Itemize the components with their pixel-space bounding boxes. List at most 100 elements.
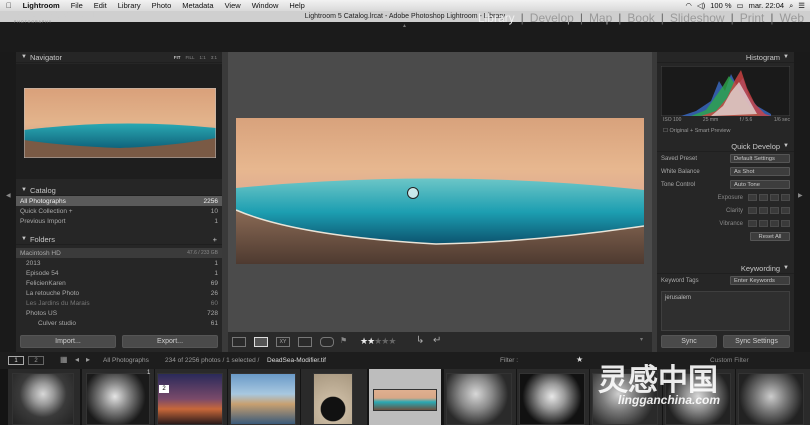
sync-settings-button[interactable]: Sync Settings (723, 335, 790, 348)
keywording-header[interactable]: Keywording ▼ (657, 263, 794, 274)
catalog-item-quick[interactable]: Quick Collection + 10 (16, 206, 222, 216)
module-library[interactable]: Library (478, 11, 515, 25)
drive-row[interactable]: Macintosh HD 47.6 / 233 GB (16, 248, 222, 258)
source-label[interactable]: All Photographs (103, 357, 149, 364)
add-folder-icon[interactable]: + (213, 235, 217, 244)
folders-header[interactable]: ▼ Folders + (16, 234, 222, 245)
module-book[interactable]: Book (627, 11, 654, 25)
rotate-left-icon[interactable]: ↳ (416, 335, 424, 346)
flag-icon[interactable]: ⚑ (340, 336, 347, 345)
search-icon[interactable]: ⌕ (789, 1, 793, 11)
current-filename[interactable]: DeadSea-Modifier.tif (267, 357, 326, 364)
module-slideshow[interactable]: Slideshow (670, 11, 725, 25)
window-1-button[interactable]: 1 (8, 356, 24, 365)
thumbnail[interactable] (157, 373, 223, 425)
folder-item[interactable]: 2013 1 (16, 258, 222, 268)
folder-item[interactable]: La retouche Photo 26 (16, 288, 222, 298)
vibrance-increase[interactable] (770, 220, 779, 227)
volume-icon[interactable]: ◁) (697, 1, 705, 10)
thumbnail[interactable] (738, 373, 804, 425)
menu-help[interactable]: Help (289, 1, 304, 10)
clarity-increase-large[interactable] (781, 207, 790, 214)
catalog-item-all[interactable]: All Photographs 2256 (16, 196, 222, 206)
filmstrip-cell-selected[interactable] (369, 369, 441, 425)
thumbnail[interactable] (446, 373, 512, 425)
zoom-1-1[interactable]: 1:1 (199, 55, 205, 60)
vibrance-increase-large[interactable] (781, 220, 790, 227)
clock[interactable]: mar. 22:04 (749, 1, 784, 10)
filmstrip-cell[interactable] (736, 369, 810, 425)
star-empty-icon[interactable]: ★ (388, 336, 396, 346)
checkbox-icon[interactable]: ☐ (663, 128, 668, 134)
menu-app[interactable]: Lightroom (23, 1, 60, 10)
thumbnail[interactable] (86, 373, 150, 425)
clarity-decrease[interactable] (759, 207, 768, 214)
saved-preset-select[interactable]: Default Settings (730, 154, 790, 163)
histogram-header[interactable]: Histogram ▼ (657, 52, 794, 63)
folder-item[interactable]: Culver studio 61 (16, 318, 222, 328)
clarity-increase[interactable] (770, 207, 779, 214)
folder-item[interactable]: Photos US 728 (16, 308, 222, 318)
navigator-thumbnail[interactable] (24, 88, 216, 158)
keyword-field[interactable]: jerusalem (661, 291, 790, 331)
menu-photo[interactable]: Photo (152, 1, 172, 10)
battery-status[interactable]: 100 % (710, 1, 731, 10)
filmstrip-cell[interactable] (444, 369, 516, 425)
vibrance-decrease-large[interactable] (748, 220, 757, 227)
window-2-button[interactable]: 2 (28, 356, 44, 365)
wifi-icon[interactable]: ◠ (685, 1, 692, 10)
sync-button[interactable]: Sync (661, 335, 717, 348)
back-icon[interactable]: ◂ (75, 355, 79, 364)
star-rating[interactable]: ★★★★★ (360, 336, 396, 347)
module-web[interactable]: Web (780, 11, 804, 25)
folder-item[interactable]: FelicienKaren 69 (16, 278, 222, 288)
thumbnail[interactable] (12, 373, 74, 425)
exposure-decrease-large[interactable] (748, 194, 757, 201)
people-view-icon[interactable] (320, 337, 334, 347)
exposure-increase[interactable] (770, 194, 779, 201)
export-button[interactable]: Export... (122, 335, 218, 348)
thumbnail[interactable] (230, 373, 296, 425)
menu-metadata[interactable]: Metadata (182, 1, 213, 10)
white-balance-select[interactable]: As Shot (730, 167, 790, 176)
import-button[interactable]: Import... (20, 335, 116, 348)
forward-icon[interactable]: ▸ (86, 355, 90, 364)
module-print[interactable]: Print (740, 11, 765, 25)
survey-view-icon[interactable] (298, 337, 312, 347)
exposure-decrease[interactable] (759, 194, 768, 201)
filmstrip-cell[interactable] (228, 369, 300, 425)
catalog-header[interactable]: ▼ Catalog (16, 185, 222, 196)
collapse-right-icon[interactable]: ▶ (798, 192, 803, 199)
thumbnail[interactable] (519, 373, 585, 425)
toolbar-menu-icon[interactable]: ▾ (640, 336, 643, 343)
folder-item[interactable]: Episode 54 1 (16, 268, 222, 278)
apple-menu-icon[interactable]:  (6, 1, 12, 10)
zoom-fit[interactable]: FIT (174, 55, 181, 60)
zoom-3-1[interactable]: 3:1 (211, 55, 217, 60)
navigator-header[interactable]: ▼ Navigator FIT FILL 1:1 3:1 (16, 52, 222, 63)
filmstrip-cell[interactable] (301, 369, 367, 425)
filmstrip-cell[interactable] (517, 369, 589, 425)
filmstrip-cell[interactable]: 2 (155, 369, 227, 425)
navigator-preview[interactable] (16, 64, 222, 179)
rotate-right-icon[interactable]: ↵ (433, 335, 441, 346)
grid-icon[interactable]: ▦ (60, 355, 68, 364)
filmstrip-cell[interactable] (8, 369, 80, 425)
reset-all-button[interactable]: Reset All (750, 232, 790, 241)
module-map[interactable]: Map (589, 11, 612, 25)
clarity-decrease-large[interactable] (748, 207, 757, 214)
compare-view-icon[interactable]: XY (276, 337, 290, 347)
menu-edit[interactable]: Edit (94, 1, 107, 10)
grid-view-icon[interactable] (232, 337, 246, 347)
list-icon[interactable]: ☰ (798, 1, 805, 10)
collapse-left-icon[interactable]: ◀ (6, 192, 11, 199)
collapse-top-icon[interactable]: ▲ (402, 23, 407, 29)
module-develop[interactable]: Develop (530, 11, 574, 25)
main-image-view[interactable] (228, 52, 652, 332)
thumbnail[interactable] (373, 389, 437, 411)
keyword-tags-select[interactable]: Enter Keywords (730, 276, 790, 285)
quick-develop-header[interactable]: Quick Develop ▼ (657, 141, 794, 152)
auto-tone-button[interactable]: Auto Tone (730, 180, 790, 189)
menu-window[interactable]: Window (252, 1, 279, 10)
zoom-fill[interactable]: FILL (185, 55, 194, 60)
